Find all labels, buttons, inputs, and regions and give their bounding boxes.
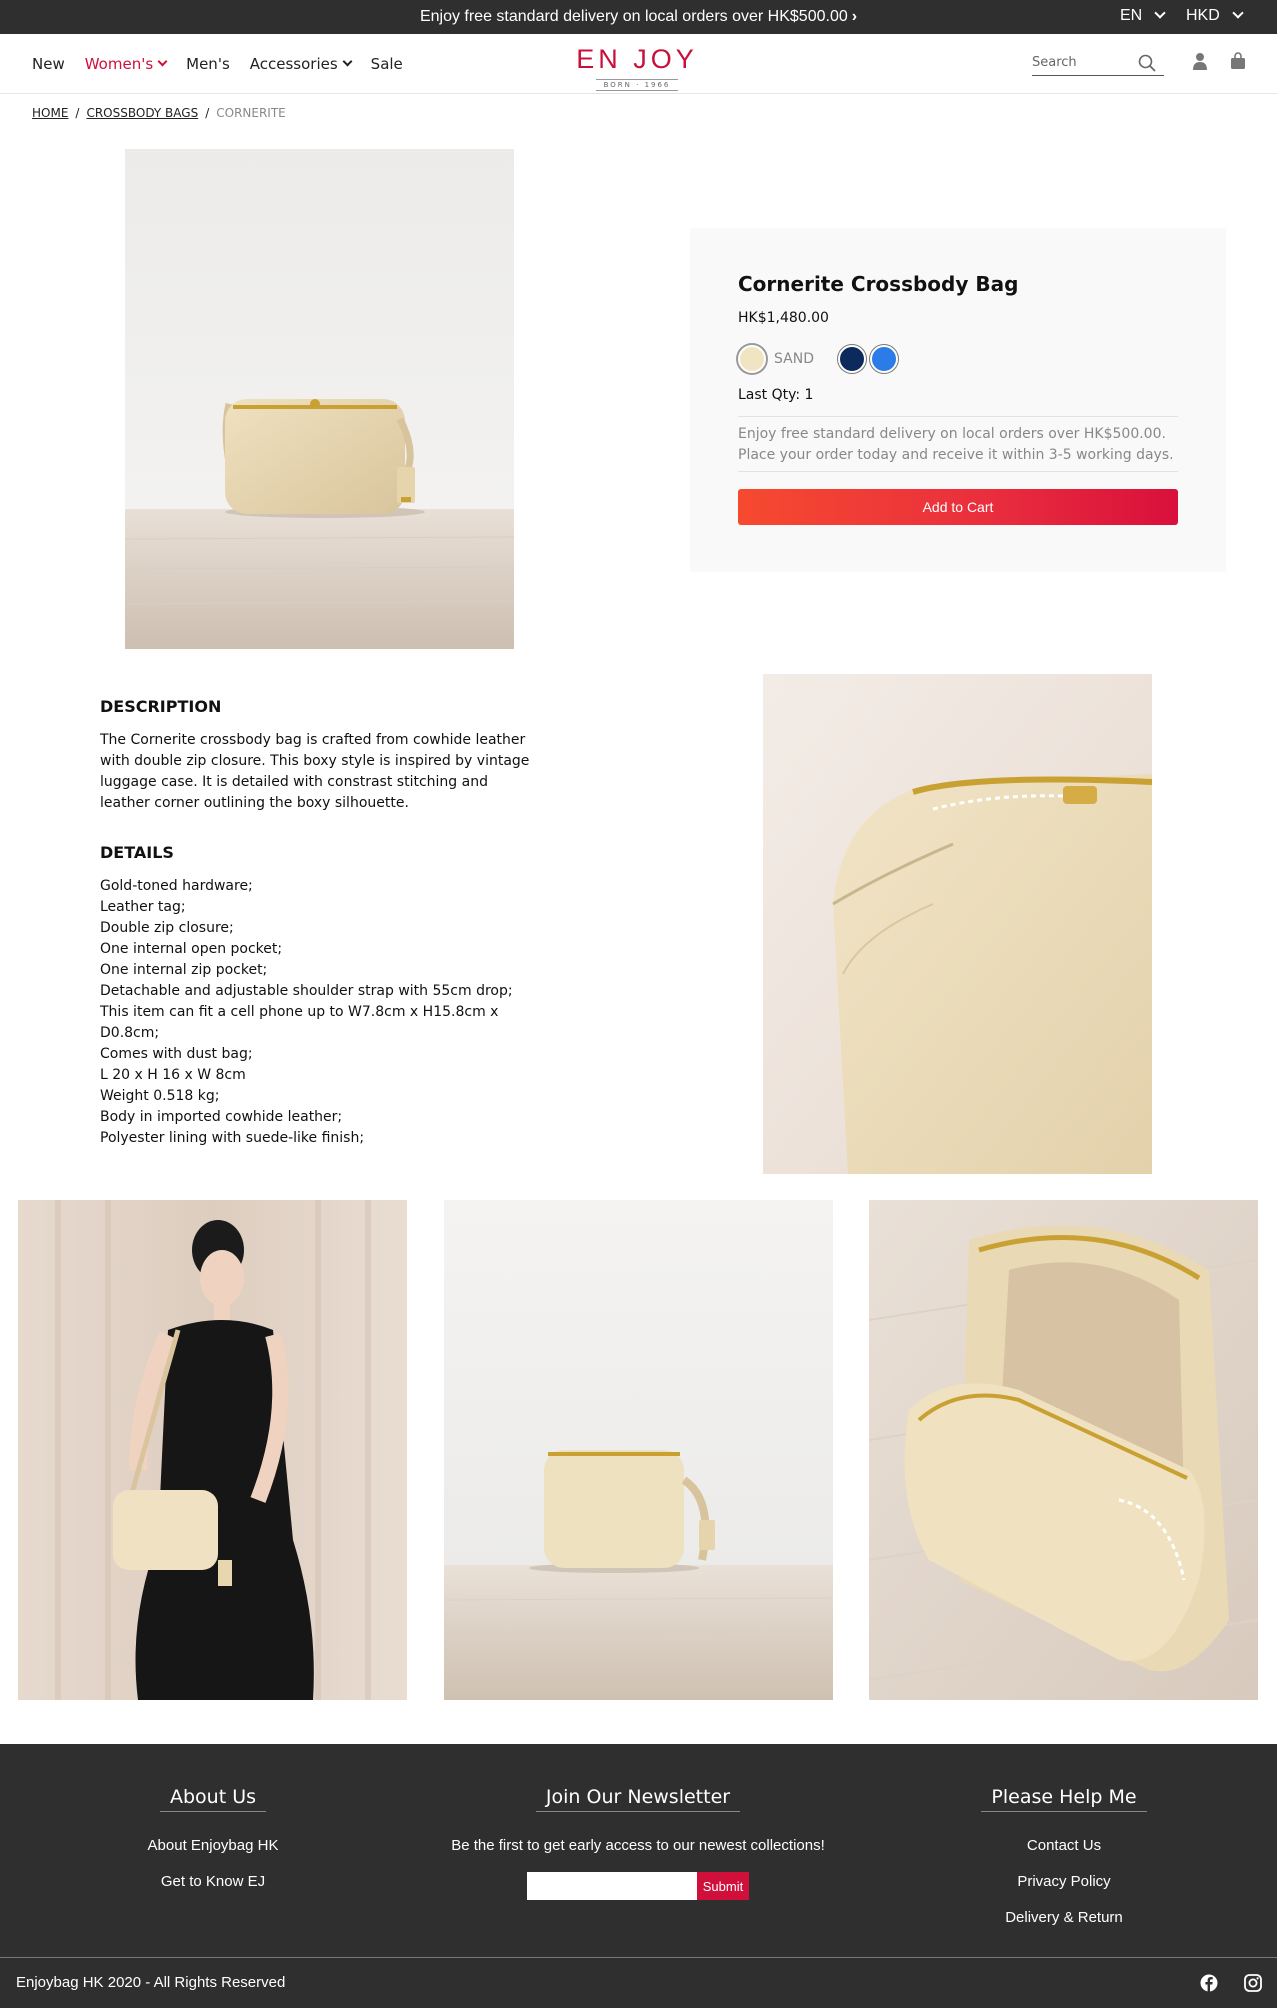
chevron-right-icon: ›: [851, 8, 858, 25]
nav-item-accessories[interactable]: Accessories: [249, 55, 353, 73]
color-swatch-sand[interactable]: [738, 345, 766, 373]
product-side-image[interactable]: [444, 1200, 833, 1700]
details-list: Gold-toned hardware; Leather tag; Double…: [100, 876, 540, 1149]
chevron-down-icon: [342, 56, 353, 66]
currency-selector[interactable]: HKD: [1186, 0, 1244, 32]
chevron-down-icon: [1154, 7, 1166, 19]
delivery-note: Enjoy free standard delivery on local or…: [738, 416, 1178, 472]
copyright-text: Enjoybag HK 2020 - All Rights Reserved: [16, 1974, 286, 1991]
list-item: Weight 0.518 kg;: [100, 1088, 220, 1104]
logo-wordmark: EN JOY: [576, 44, 698, 74]
breadcrumb-separator: /: [75, 106, 80, 120]
language-label: EN: [1120, 7, 1143, 24]
footer-about-heading: About Us: [159, 1786, 267, 1812]
nav-label: Accessories: [249, 55, 338, 73]
description-heading: DESCRIPTION: [100, 697, 222, 716]
nav-label: Sale: [370, 55, 403, 73]
list-item: Gold-toned hardware;: [100, 878, 253, 894]
footer-link-delivery[interactable]: Delivery & Return: [964, 1900, 1164, 1936]
nav-item-new[interactable]: New: [32, 55, 65, 73]
shopping-bag-icon[interactable]: [1230, 52, 1246, 74]
breadcrumb-current: CORNERITE: [216, 106, 286, 120]
stock-quantity: Last Qty: 1: [738, 387, 814, 403]
facebook-icon[interactable]: [1200, 1974, 1218, 1996]
currency-label: HKD: [1186, 7, 1220, 24]
list-item: Body in imported cowhide leather;: [100, 1109, 343, 1125]
color-swatches: SAND: [738, 344, 898, 374]
search-input[interactable]: [1032, 50, 1132, 74]
list-item: This item can fit a cell phone up to W7.…: [100, 1004, 499, 1041]
nav-item-mens[interactable]: Men's: [186, 55, 230, 73]
breadcrumb-home[interactable]: HOME: [32, 106, 68, 120]
description-text: The Cornerite crossbody bag is crafted f…: [100, 732, 530, 811]
promo-banner[interactable]: Enjoy free standard delivery on local or…: [0, 0, 1277, 34]
announcement-bar: Enjoy free standard delivery on local or…: [0, 0, 1277, 34]
breadcrumb: HOME / CROSSBODY BAGS / CORNERITE: [32, 106, 286, 120]
search-icon[interactable]: [1138, 54, 1156, 76]
newsletter-form: Submit: [438, 1872, 838, 1900]
add-to-cart-button[interactable]: Add to Cart: [738, 489, 1178, 525]
list-item: Leather tag;: [100, 899, 186, 915]
logo-tagline: BORN · 1966: [595, 79, 679, 91]
footer-help: Please Help Me Contact Us Privacy Policy…: [964, 1786, 1164, 1936]
nav-item-sale[interactable]: Sale: [371, 55, 403, 73]
product-description: DESCRIPTION The Cornerite crossbody bag …: [100, 696, 540, 1149]
details-heading: DETAILS: [100, 843, 174, 862]
color-swatch-navy[interactable]: [837, 345, 866, 373]
footer-link-privacy[interactable]: Privacy Policy: [964, 1864, 1164, 1900]
list-item: One internal zip pocket;: [100, 962, 268, 978]
user-icon[interactable]: [1192, 52, 1208, 74]
nav-item-womens[interactable]: Women's: [84, 55, 168, 73]
newsletter-tagline: Be the first to get early access to our …: [451, 1837, 825, 1854]
product-info-panel: Cornerite Crossbody Bag HK$1,480.00 SAND…: [690, 228, 1226, 572]
color-swatch-blue[interactable]: [869, 345, 898, 373]
product-closeup-image[interactable]: [763, 674, 1152, 1174]
breadcrumb-category[interactable]: CROSSBODY BAGS: [86, 106, 198, 120]
footer-newsletter-heading: Join Our Newsletter: [535, 1786, 741, 1812]
product-open-image[interactable]: [869, 1200, 1258, 1700]
newsletter-submit-button[interactable]: Submit: [696, 1872, 750, 1900]
list-item: Double zip closure;: [100, 920, 234, 936]
product-main-image[interactable]: [125, 149, 514, 649]
chevron-down-icon: [1232, 7, 1244, 19]
breadcrumb-separator: /: [205, 106, 210, 120]
list-item: L 20 x H 16 x W 8cm: [100, 1067, 246, 1083]
list-item: One internal open pocket;: [100, 941, 283, 957]
footer-help-heading: Please Help Me: [981, 1786, 1147, 1812]
chevron-down-icon: [157, 56, 168, 66]
main-nav: New Women's Men's Accessories Sale: [32, 34, 403, 94]
search-box: [1032, 50, 1164, 76]
product-price: HK$1,480.00: [738, 310, 829, 326]
nav-label: Women's: [84, 55, 154, 73]
footer-link-contact[interactable]: Contact Us: [964, 1828, 1164, 1864]
site-logo[interactable]: EN JOY BORN · 1966: [572, 46, 702, 91]
model-lifestyle-image[interactable]: [18, 1200, 407, 1700]
promo-text[interactable]: Enjoy free standard delivery on local or…: [420, 8, 848, 25]
footer-newsletter: Join Our Newsletter Be the first to get …: [438, 1786, 838, 1900]
footer-link-get-to-know[interactable]: Get to Know EJ: [113, 1864, 313, 1900]
footer-link-about-enjoybag[interactable]: About Enjoybag HK: [113, 1828, 313, 1864]
footer-about: About Us About Enjoybag HK Get to Know E…: [113, 1786, 313, 1900]
nav-label: New: [32, 55, 65, 73]
footer-divider: [0, 1957, 1277, 1958]
newsletter-email-input[interactable]: [526, 1872, 697, 1900]
list-item: Detachable and adjustable shoulder strap…: [100, 983, 513, 999]
site-footer: About Us About Enjoybag HK Get to Know E…: [0, 1744, 1277, 2008]
instagram-icon[interactable]: [1244, 1974, 1262, 1996]
site-header: New Women's Men's Accessories Sale EN JO…: [0, 34, 1277, 94]
product-title: Cornerite Crossbody Bag: [738, 272, 1019, 296]
language-selector[interactable]: EN: [1120, 0, 1166, 32]
list-item: Polyester lining with suede-like finish;: [100, 1130, 365, 1146]
list-item: Comes with dust bag;: [100, 1046, 253, 1062]
nav-label: Men's: [186, 55, 230, 73]
selected-color-label: SAND: [774, 351, 814, 367]
